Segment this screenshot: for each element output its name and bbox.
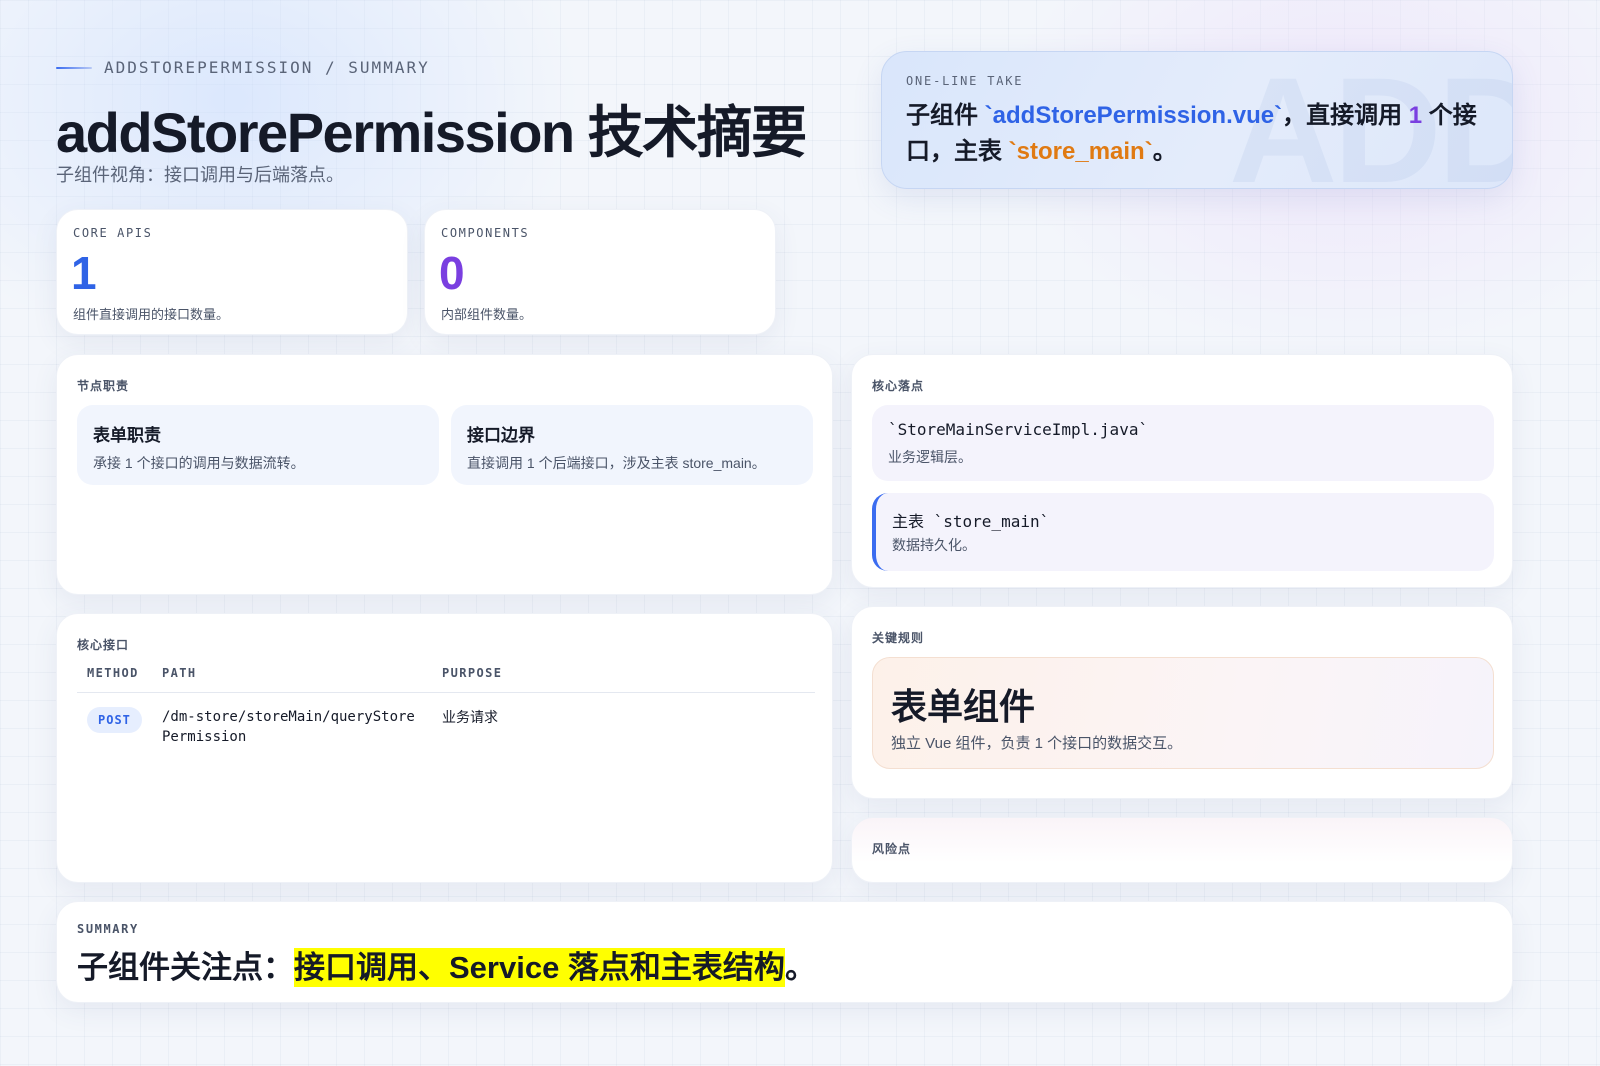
column-header-path: PATH (152, 658, 432, 693)
summary-prefix: 子组件关注点： (77, 950, 294, 985)
landing-title: 主表 `store_main` (892, 512, 1050, 531)
landing-desc: 业务逻辑层。 (888, 449, 972, 465)
summary-label: SUMMARY (77, 922, 139, 936)
stat-card-components: COMPONENTS 0 内部组件数量。 (424, 209, 776, 335)
path-cell: /dm-store/storeMain/queryStorePermission (162, 709, 415, 745)
responsibility-item: 接口边界 直接调用 1 个后端接口，涉及主表 store_main。 (451, 405, 813, 485)
rules-card: 关键规则 表单组件 独立 Vue 组件，负责 1 个接口的数据交互。 (851, 606, 1513, 799)
section-label: 核心接口 (77, 638, 130, 652)
take-text: 子组件 `addStorePermission.vue`，直接调用 1 个接口，… (906, 98, 1490, 170)
take-table-name: `store_main` (1008, 138, 1153, 165)
responsibilities-card: 节点职责 表单职责 承接 1 个接口的调用与数据流转。 接口边界 直接调用 1 … (56, 354, 833, 595)
rule-title: 表单组件 (891, 686, 1036, 727)
eyebrow-accent-line (56, 66, 92, 69)
page-title: addStorePermission 技术摘要 (56, 101, 807, 164)
landing-desc: 数据持久化。 (892, 537, 976, 553)
take-api-count: 1 (1408, 102, 1423, 129)
summary-suffix: 。 (784, 950, 816, 985)
take-label: ONE-LINE TAKE (906, 74, 1024, 88)
take-text-part: 子组件 (906, 102, 985, 129)
section-label: 风险点 (872, 842, 912, 856)
stat-desc: 内部组件数量。 (441, 307, 533, 322)
stat-desc: 组件直接调用的接口数量。 (73, 307, 230, 322)
method-cell: POST (77, 693, 152, 762)
stat-label: CORE APIS (73, 226, 153, 240)
landing-title: `StoreMainServiceImpl.java` (888, 420, 1149, 439)
landing-item: `StoreMainServiceImpl.java` 业务逻辑层。 (872, 405, 1494, 481)
column-header-purpose: PURPOSE (432, 658, 815, 693)
api-table: METHOD PATH PURPOSE POST /dm-store/store… (77, 658, 815, 761)
page-subtitle: 子组件视角：接口调用与后端落点。 (56, 165, 344, 185)
column-header-method: METHOD (77, 658, 152, 693)
summary-highlight: 接口调用、Service 落点和主表结构 (294, 948, 785, 987)
section-label: 节点职责 (77, 379, 130, 393)
responsibility-title: 接口边界 (467, 426, 535, 445)
landing-item-highlighted: 主表 `store_main` 数据持久化。 (872, 493, 1494, 571)
stat-label: COMPONENTS (441, 226, 530, 240)
stat-value: 0 (439, 247, 465, 299)
api-table-header: METHOD PATH PURPOSE (77, 658, 815, 693)
method-badge: POST (87, 707, 142, 733)
apis-card: 核心接口 METHOD PATH PURPOSE POST /dm-store/… (56, 613, 833, 883)
eyebrow-text: ADDSTOREPERMISSION / SUMMARY (104, 58, 430, 77)
eyebrow: ADDSTOREPERMISSION / SUMMARY (56, 58, 430, 77)
take-text-part: 。 (1152, 138, 1177, 165)
section-label: 核心落点 (872, 379, 925, 393)
responsibility-item: 表单职责 承接 1 个接口的调用与数据流转。 (77, 405, 439, 485)
responsibility-desc: 直接调用 1 个后端接口，涉及主表 store_main。 (467, 455, 766, 471)
stat-value: 1 (71, 247, 97, 299)
stat-card-core-apis: CORE APIS 1 组件直接调用的接口数量。 (56, 209, 408, 335)
responsibility-desc: 承接 1 个接口的调用与数据流转。 (93, 455, 305, 471)
purpose-cell: 业务请求 (442, 709, 498, 725)
take-text-part: ，直接调用 (1282, 102, 1409, 129)
summary-text: 子组件关注点：接口调用、Service 落点和主表结构。 (77, 942, 816, 987)
risks-card: 风险点 (851, 817, 1513, 883)
one-line-take-card: ADD ONE-LINE TAKE 子组件 `addStorePermissio… (881, 51, 1513, 189)
take-component-name: `addStorePermission.vue` (984, 102, 1283, 129)
landing-card: 核心落点 `StoreMainServiceImpl.java` 业务逻辑层。 … (851, 354, 1513, 588)
summary-card: SUMMARY 子组件关注点：接口调用、Service 落点和主表结构。 (56, 901, 1513, 1003)
responsibility-title: 表单职责 (93, 426, 161, 445)
section-label: 关键规则 (872, 631, 925, 645)
rule-box: 表单组件 独立 Vue 组件，负责 1 个接口的数据交互。 (872, 657, 1494, 769)
table-row: POST /dm-store/storeMain/queryStorePermi… (77, 693, 815, 762)
rule-desc: 独立 Vue 组件，负责 1 个接口的数据交互。 (891, 735, 1183, 752)
